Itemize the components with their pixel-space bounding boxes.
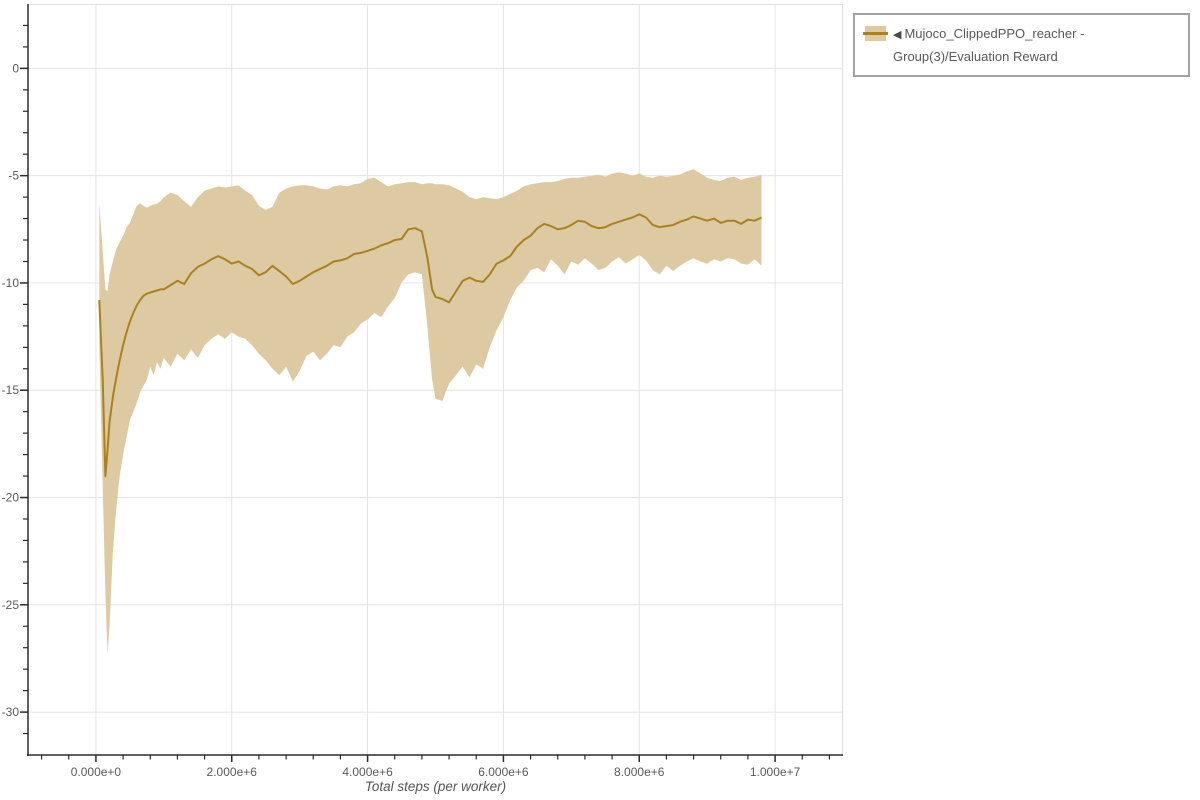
svg-text:0.000e+0: 0.000e+0 [71, 765, 122, 779]
legend[interactable]: ◀ Mujoco_ClippedPPO_reacher - Group(3)/Ev… [853, 13, 1190, 77]
legend-line-sample-icon [863, 32, 888, 35]
reward-chart[interactable]: 0 -5 -10 -15 -20 -25 -30 0.000e+0 2.000e+6 4.000e… [0, 0, 1200, 800]
axis-ticks [20, 24, 831, 762]
svg-text:-10: -10 [2, 276, 20, 290]
confidence-band [99, 169, 762, 655]
svg-text:4.000e+6: 4.000e+6 [342, 765, 393, 779]
svg-text:-20: -20 [2, 491, 20, 505]
svg-text:-5: -5 [8, 169, 19, 183]
dashboard-canvas: 0 -5 -10 -15 -20 -25 -30 0.000e+0 2.000e+6 4.000e… [0, 0, 1200, 800]
legend-entry: ◀ Mujoco_ClippedPPO_reacher - Group(3)/Ev… [893, 23, 1178, 67]
svg-text:2.000e+6: 2.000e+6 [207, 765, 258, 779]
collapse-arrow-icon: ◀ [893, 29, 902, 41]
svg-text:1.000e+7: 1.000e+7 [750, 765, 801, 779]
legend-series-label: Mujoco_ClippedPPO_reacher - Group(3)/Eva… [893, 26, 1085, 64]
svg-text:-25: -25 [2, 598, 20, 612]
svg-text:0: 0 [12, 61, 19, 75]
legend-swatch-icon [863, 26, 888, 41]
svg-text:-15: -15 [2, 383, 20, 397]
svg-text:-30: -30 [2, 705, 20, 719]
svg-text:6.000e+6: 6.000e+6 [478, 765, 529, 779]
x-axis-title: Total steps (per worker) [364, 779, 507, 794]
svg-text:8.000e+6: 8.000e+6 [614, 765, 665, 779]
